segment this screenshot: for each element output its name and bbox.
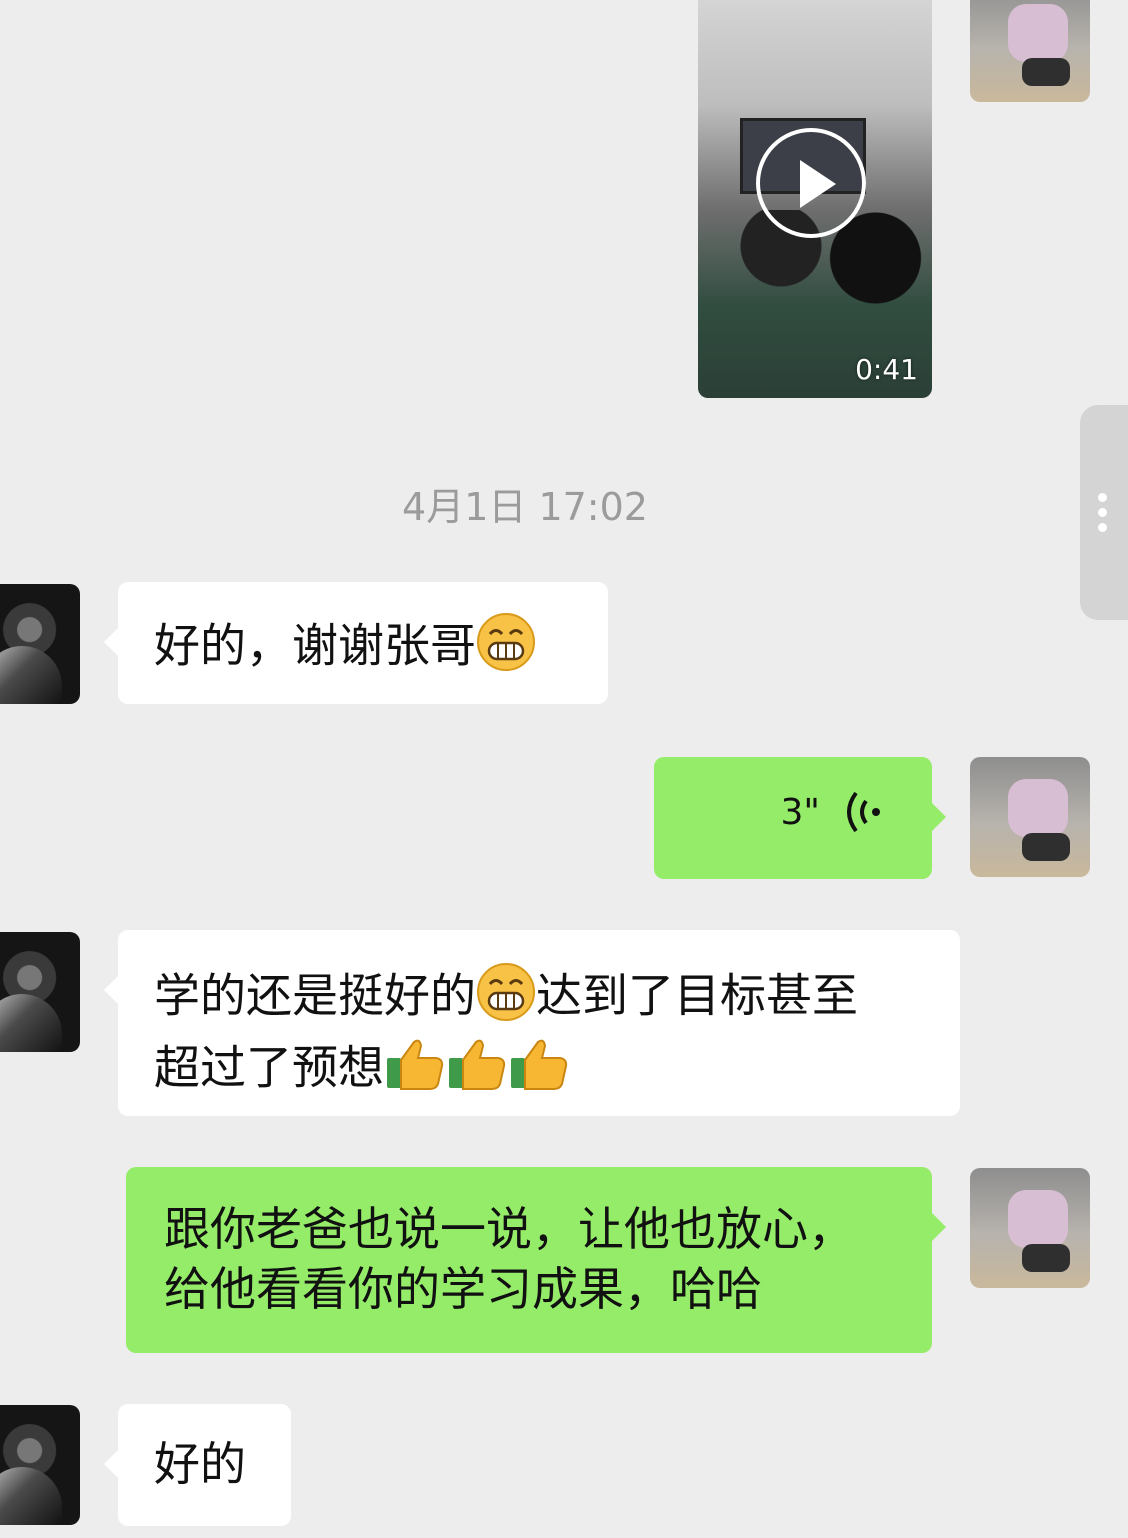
grinning-emoji-icon bbox=[476, 612, 536, 686]
more-dots-icon bbox=[1098, 493, 1108, 538]
message-text: 好的，谢谢张哥 bbox=[154, 618, 476, 673]
message-text: 好的 bbox=[154, 1437, 246, 1491]
message-line: 超过了预想 bbox=[154, 1036, 930, 1106]
message-text: 学的还是挺好的 bbox=[154, 968, 476, 1023]
message-bubble[interactable]: 跟你老爸也说一说，让他也放心， 给他看看你的学习成果，哈哈 bbox=[126, 1167, 946, 1353]
grinning-emoji-icon bbox=[476, 962, 536, 1036]
message-text: 给他看看你的学习成果，哈哈 bbox=[164, 1262, 762, 1316]
side-more-handle[interactable] bbox=[1080, 405, 1128, 620]
voice-duration: 3" bbox=[780, 792, 820, 833]
thumbs-up-emoji-icon bbox=[508, 1036, 570, 1106]
avatar-other[interactable] bbox=[0, 584, 80, 704]
avatar-other[interactable] bbox=[0, 1405, 80, 1525]
avatar-self[interactable] bbox=[970, 0, 1090, 102]
avatar-other[interactable] bbox=[0, 932, 80, 1052]
voice-message-bubble[interactable]: 3" bbox=[654, 757, 946, 879]
message-bubble[interactable]: 学的还是挺好的 达到了目标甚至 超过了预想 bbox=[104, 930, 960, 1116]
avatar-self[interactable] bbox=[970, 757, 1090, 877]
message-line: 学的还是挺好的 达到了目标甚至 bbox=[154, 962, 930, 1036]
message-bubble[interactable]: 好的，谢谢张哥 bbox=[104, 582, 608, 704]
play-icon[interactable] bbox=[756, 128, 866, 238]
thumbs-up-emoji-icon bbox=[384, 1036, 446, 1106]
chat-timestamp: 4月1日 17:02 bbox=[402, 485, 648, 529]
message-text: 超过了预想 bbox=[154, 1040, 384, 1095]
voice-wave-icon bbox=[846, 787, 886, 837]
video-message[interactable]: 0:41 bbox=[698, 0, 932, 398]
thumbs-up-emoji-icon bbox=[446, 1036, 508, 1106]
video-duration: 0:41 bbox=[855, 353, 918, 386]
message-text: 达到了目标甚至 bbox=[536, 968, 858, 1023]
message-text: 跟你老爸也说一说，让他也放心， bbox=[164, 1202, 854, 1256]
message-bubble[interactable]: 好的 bbox=[104, 1404, 291, 1526]
avatar-self[interactable] bbox=[970, 1168, 1090, 1288]
